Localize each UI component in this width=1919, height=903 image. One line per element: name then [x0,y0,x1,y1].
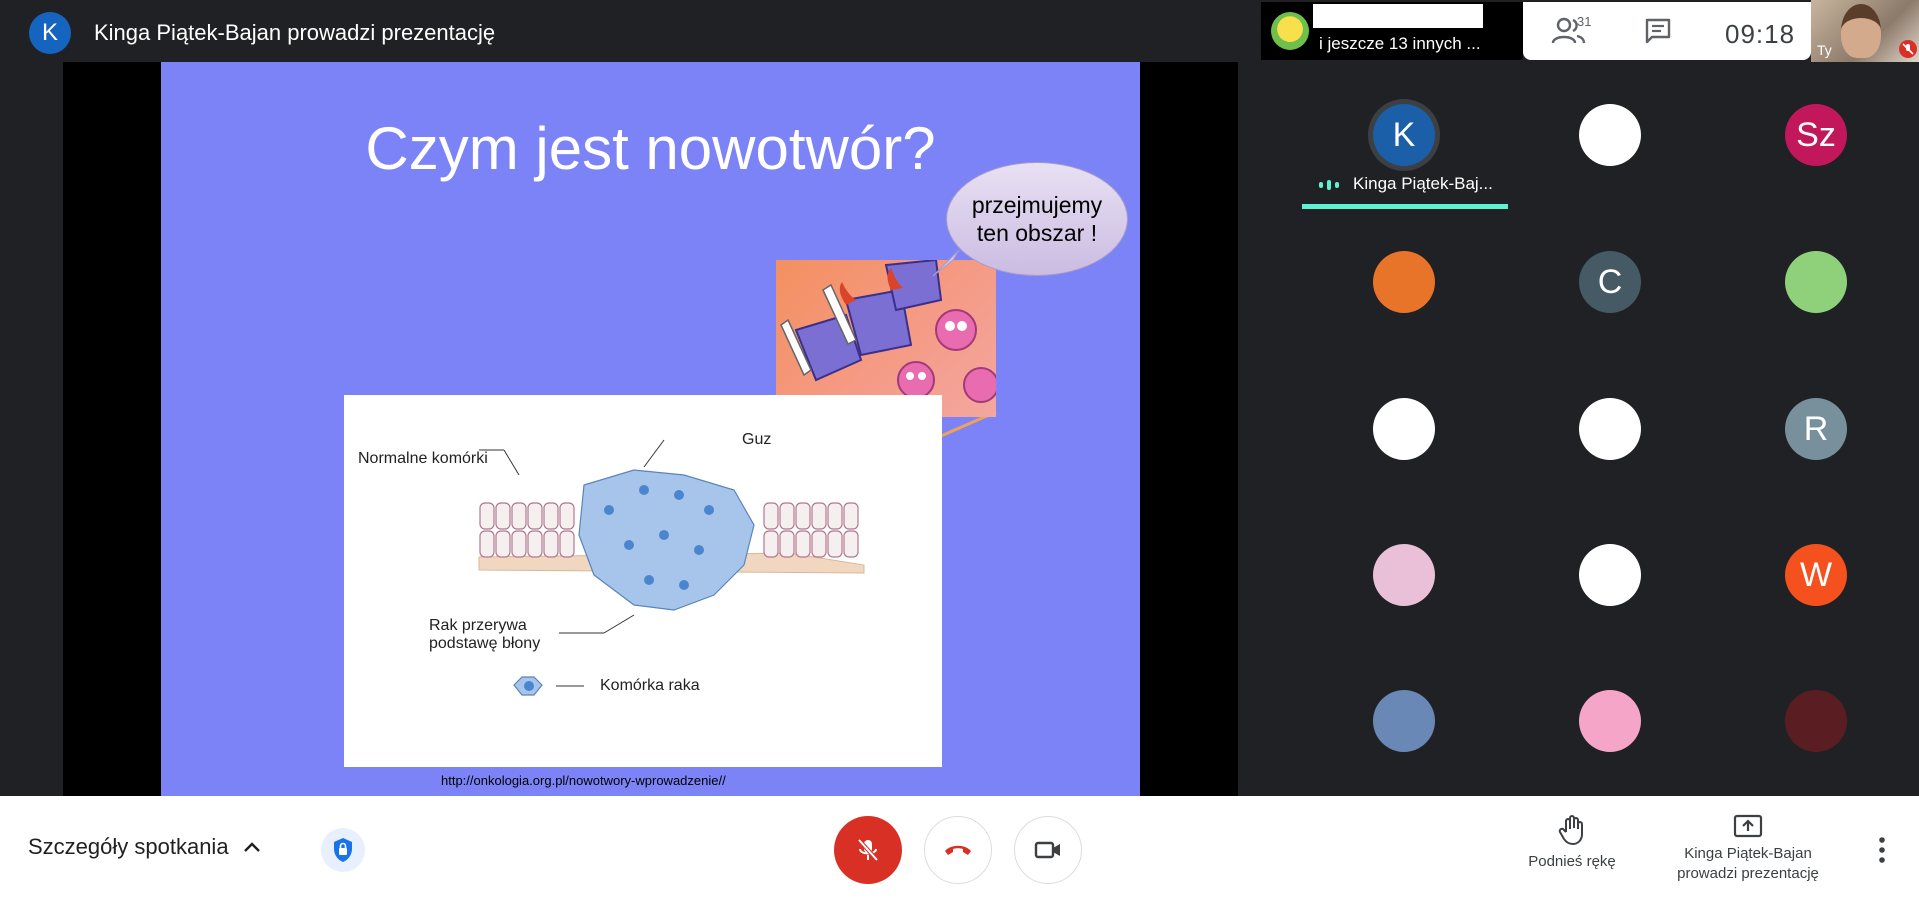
participant-avatar[interactable]: K [1373,104,1435,166]
hidden-name-box [1313,4,1483,28]
self-mic-off-icon [1899,40,1917,58]
presenter-avatar: K [29,12,71,54]
meeting-details-label: Szczegóły spotkania [28,834,229,859]
label-tumor: Guz [742,431,772,448]
chat-icon [1645,18,1671,44]
active-speaker-name: Kinga Piątek-Baj... [1353,174,1493,193]
bottom-bar: Szczegóły spotkania Podnieś rękę Kinga P… [0,796,1919,903]
elsa-avatar[interactable] [1373,690,1435,752]
other-participants-pill[interactable]: i jeszcze 13 innych ... [1261,2,1523,60]
chevron-up-icon [243,842,260,852]
active-speaker-underline [1302,204,1508,209]
self-label: Ty [1817,42,1832,58]
meeting-clock: 09:18 [1725,19,1796,49]
mic-off-icon [857,838,879,862]
bubble-tail [932,249,960,277]
participant-count: 31 [1577,14,1592,29]
label-normal-cells: Normalne komórki [358,450,488,467]
meeting-info-pill: 31 09:18 [1523,2,1811,60]
label-cancer-cell: Komórka raka [600,677,700,694]
tumor-diagram: Normalne komórki Guz Rak przerywa podsta… [344,395,942,767]
participant-avatar[interactable]: R [1785,398,1847,460]
leave-call-button[interactable] [924,816,992,884]
raise-hand-button[interactable]: Podnieś rękę [1514,814,1630,872]
fairy-avatar[interactable] [1579,690,1641,752]
others-label: i jeszcze 13 innych ... [1319,34,1481,53]
host-controls-button[interactable] [321,828,365,872]
chat-button[interactable] [1643,16,1675,48]
participant-avatar[interactable]: C [1579,251,1641,313]
label-cancer-breaks: Rak przerywa podstawę błony [429,617,540,653]
presenter-title: Kinga Piątek-Bajan prowadzi prezentację [94,20,496,45]
presenting-line-2: prowadzi prezentację [1677,865,1819,882]
penguin-avatar[interactable] [1373,398,1435,460]
patrick-star-avatar[interactable] [1785,251,1847,313]
presenting-status-button[interactable]: Kinga Piątek-Bajan prowadzi prezentację [1658,814,1838,884]
presenting-line-1: Kinga Piątek-Bajan [1684,845,1812,862]
speaking-indicator-icon [1318,178,1342,196]
spongebob-avatar [1271,12,1309,50]
presentation-slide: Czym jest nowotwór? przejmujemy ten obsz… [161,62,1140,796]
bubble-line-2: ten obszar ! [976,220,1098,246]
top-bar: K Kinga Piątek-Bajan prowadzi prezentacj… [0,0,1919,62]
rapunzel-avatar[interactable] [1373,544,1435,606]
raise-hand-label: Podnieś rękę [1528,853,1616,870]
more-vert-icon [1879,837,1885,863]
bubble-line-1: przejmujemy [971,192,1103,218]
meeting-details-button[interactable]: Szczegóły spotkania [28,834,261,860]
present-screen-icon [1733,814,1763,838]
hand-icon [1558,815,1583,845]
slide-source-url: http://onkologia.org.pl/nowotwory-wprowa… [441,773,726,788]
hang-up-icon [945,845,971,855]
participant-avatar[interactable]: W [1785,544,1847,606]
scooby-doo-avatar[interactable] [1579,398,1641,460]
snow-white-avatar[interactable] [1785,690,1847,752]
shield-lock-icon [334,838,352,862]
label-rak-line-1: Rak przerywa [429,617,527,634]
participant-avatar[interactable]: Sz [1785,104,1847,166]
kfc-colonel-avatar[interactable] [1579,104,1641,166]
self-video-tile[interactable]: Ty [1811,0,1919,62]
velma-avatar[interactable] [1373,251,1435,313]
video-camera-icon [1034,841,1060,859]
blank-avatar[interactable] [1579,544,1641,606]
speech-bubble: przejmujemy ten obszar ! [946,162,1128,276]
camera-toggle-button[interactable] [1014,816,1082,884]
mic-toggle-button[interactable] [834,816,902,884]
presentation-stage: Czym jest nowotwór? przejmujemy ten obsz… [63,62,1238,796]
cancer-cells-cartoon [776,260,996,417]
more-options-button[interactable] [1874,832,1890,868]
label-rak-line-2: podstawę błony [429,635,541,652]
self-video-face [1841,4,1881,58]
